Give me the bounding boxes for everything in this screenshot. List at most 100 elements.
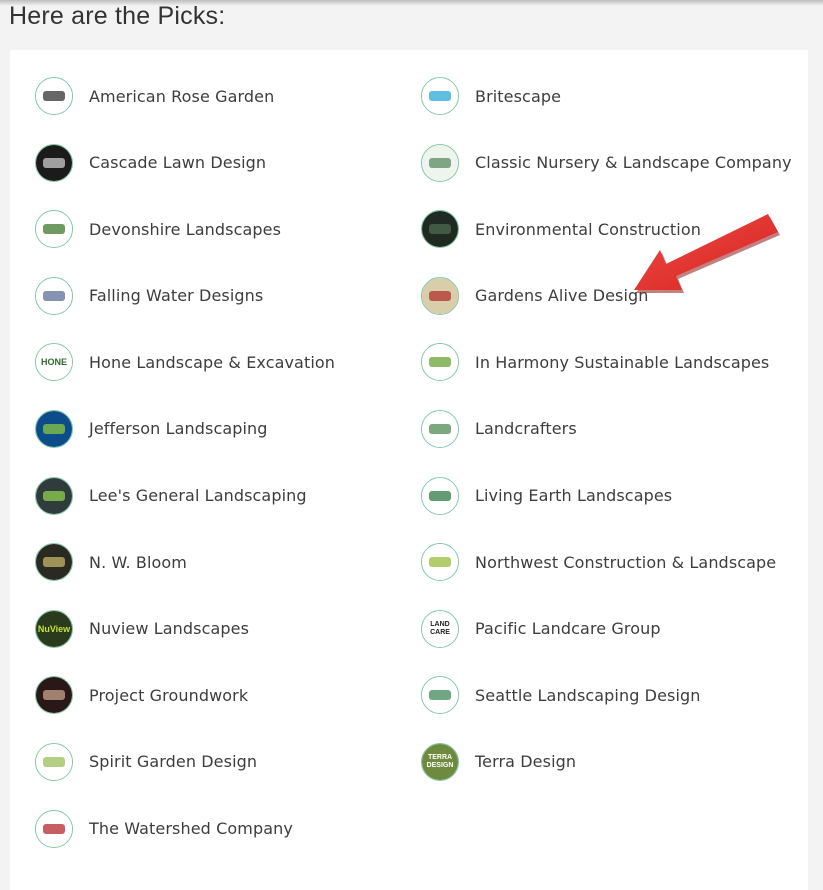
company-logo-icon bbox=[35, 409, 73, 448]
company-logo-mark bbox=[36, 677, 72, 714]
company-logo-icon bbox=[421, 143, 459, 182]
pick-name[interactable]: Jefferson Landscaping bbox=[89, 419, 268, 438]
pick-item[interactable]: Cascade Lawn Design bbox=[35, 143, 421, 183]
company-logo-icon bbox=[35, 276, 73, 315]
pick-item[interactable]: Northwest Construction & Landscape bbox=[421, 542, 805, 582]
pick-item[interactable]: Classic Nursery & Landscape Company bbox=[421, 143, 805, 183]
company-logo-icon bbox=[421, 77, 459, 115]
pick-item[interactable]: TERRA DESIGN Terra Design bbox=[421, 742, 805, 782]
company-logo-mark bbox=[36, 410, 72, 447]
company-logo-mark bbox=[36, 144, 72, 181]
logo-graphic bbox=[429, 290, 451, 301]
company-logo-mark bbox=[422, 144, 458, 181]
company-logo-icon bbox=[35, 809, 73, 848]
company-logo-icon bbox=[421, 276, 459, 315]
company-logo-icon bbox=[421, 476, 459, 515]
logo-graphic bbox=[43, 756, 65, 767]
company-logo-mark: LAND CARE bbox=[422, 610, 458, 647]
company-logo-icon bbox=[35, 143, 73, 182]
pick-item[interactable]: NuView Nuview Landscapes bbox=[35, 609, 421, 649]
pick-item[interactable]: N. W. Bloom bbox=[35, 542, 421, 582]
logo-graphic bbox=[43, 157, 65, 168]
pick-name[interactable]: Terra Design bbox=[475, 752, 576, 771]
logo-graphic bbox=[429, 91, 451, 101]
company-logo-mark bbox=[422, 78, 458, 114]
company-logo-mark: TERRA DESIGN bbox=[422, 743, 458, 780]
pick-name[interactable]: Lee's General Landscaping bbox=[89, 486, 307, 505]
company-logo-icon bbox=[35, 742, 73, 781]
company-logo-icon: LAND CARE bbox=[421, 609, 459, 648]
logo-graphic bbox=[43, 557, 65, 568]
pick-item[interactable]: HONE Hone Landscape & Excavation bbox=[35, 342, 421, 382]
company-logo-mark bbox=[36, 277, 72, 314]
company-logo-mark bbox=[422, 410, 458, 447]
pick-name[interactable]: Living Earth Landscapes bbox=[475, 486, 672, 505]
pick-item[interactable]: Devonshire Landscapes bbox=[35, 209, 421, 249]
logo-graphic bbox=[429, 157, 451, 168]
company-logo-mark bbox=[422, 344, 458, 381]
picks-card: American Rose Garden Britescape Cascade La… bbox=[10, 50, 808, 890]
logo-graphic bbox=[43, 690, 65, 701]
logo-graphic bbox=[43, 490, 65, 501]
company-logo-mark bbox=[422, 677, 458, 714]
pick-name[interactable]: Falling Water Designs bbox=[89, 286, 263, 305]
pick-name[interactable]: Classic Nursery & Landscape Company bbox=[475, 153, 792, 172]
pick-item[interactable]: Living Earth Landscapes bbox=[421, 476, 805, 516]
company-logo-mark bbox=[422, 544, 458, 581]
pick-name[interactable]: Hone Landscape & Excavation bbox=[89, 353, 335, 372]
picks-list: American Rose Garden Britescape Cascade La… bbox=[35, 76, 805, 875]
logo-graphic bbox=[429, 224, 451, 235]
company-logo-icon bbox=[35, 543, 73, 582]
company-logo-icon: HONE bbox=[35, 343, 73, 382]
pick-item[interactable]: Britescape bbox=[421, 76, 805, 116]
pick-name[interactable]: Seattle Landscaping Design bbox=[475, 686, 701, 705]
pick-item[interactable]: Lee's General Landscaping bbox=[35, 476, 421, 516]
logo-graphic bbox=[429, 490, 451, 501]
company-logo-icon bbox=[421, 343, 459, 382]
pick-name[interactable]: American Rose Garden bbox=[89, 87, 274, 106]
company-logo-mark bbox=[36, 477, 72, 514]
pick-name[interactable]: Northwest Construction & Landscape bbox=[475, 553, 776, 572]
logo-graphic bbox=[429, 357, 451, 368]
pick-name[interactable]: Nuview Landscapes bbox=[89, 619, 249, 638]
pick-item[interactable]: Falling Water Designs bbox=[35, 276, 421, 316]
pick-name[interactable]: Pacific Landcare Group bbox=[475, 619, 661, 638]
company-logo-mark bbox=[422, 211, 458, 248]
pick-item[interactable]: In Harmony Sustainable Landscapes bbox=[421, 342, 805, 382]
pick-item[interactable]: LAND CARE Pacific Landcare Group bbox=[421, 609, 805, 649]
company-logo-icon bbox=[35, 476, 73, 515]
logo-graphic bbox=[43, 290, 65, 301]
company-logo-icon bbox=[421, 676, 459, 715]
pick-name[interactable]: Britescape bbox=[475, 87, 561, 106]
page-heading: Here are the Picks: bbox=[9, 2, 226, 30]
pick-name[interactable]: In Harmony Sustainable Landscapes bbox=[475, 353, 769, 372]
pick-name[interactable]: The Watershed Company bbox=[89, 819, 293, 838]
pick-item[interactable]: Landcrafters bbox=[421, 409, 805, 449]
pick-name[interactable]: Landcrafters bbox=[475, 419, 577, 438]
pick-name[interactable]: Spirit Garden Design bbox=[89, 752, 257, 771]
company-logo-icon: NuView bbox=[35, 609, 73, 648]
pick-item[interactable]: American Rose Garden bbox=[35, 76, 421, 116]
company-logo-icon bbox=[35, 676, 73, 715]
company-logo-mark bbox=[36, 743, 72, 780]
pick-name[interactable]: N. W. Bloom bbox=[89, 553, 187, 572]
pick-name[interactable]: Devonshire Landscapes bbox=[89, 220, 281, 239]
company-logo-mark bbox=[36, 211, 72, 248]
logo-graphic bbox=[43, 423, 65, 434]
pick-item[interactable]: Jefferson Landscaping bbox=[35, 409, 421, 449]
company-logo-icon bbox=[421, 543, 459, 582]
logo-graphic bbox=[43, 224, 65, 235]
pick-name[interactable]: Gardens Alive Design bbox=[475, 286, 649, 305]
pick-item[interactable]: Spirit Garden Design bbox=[35, 742, 421, 782]
pick-item[interactable]: The Watershed Company bbox=[35, 809, 421, 849]
pick-item[interactable]: Project Groundwork bbox=[35, 675, 421, 715]
company-logo-icon bbox=[421, 409, 459, 448]
pick-name[interactable]: Project Groundwork bbox=[89, 686, 248, 705]
logo-graphic bbox=[43, 823, 65, 834]
pick-item[interactable]: Seattle Landscaping Design bbox=[421, 675, 805, 715]
company-logo-mark bbox=[36, 810, 72, 847]
pick-name[interactable]: Cascade Lawn Design bbox=[89, 153, 266, 172]
company-logo-mark bbox=[422, 477, 458, 514]
logo-graphic bbox=[429, 690, 451, 701]
logo-graphic bbox=[43, 91, 65, 101]
